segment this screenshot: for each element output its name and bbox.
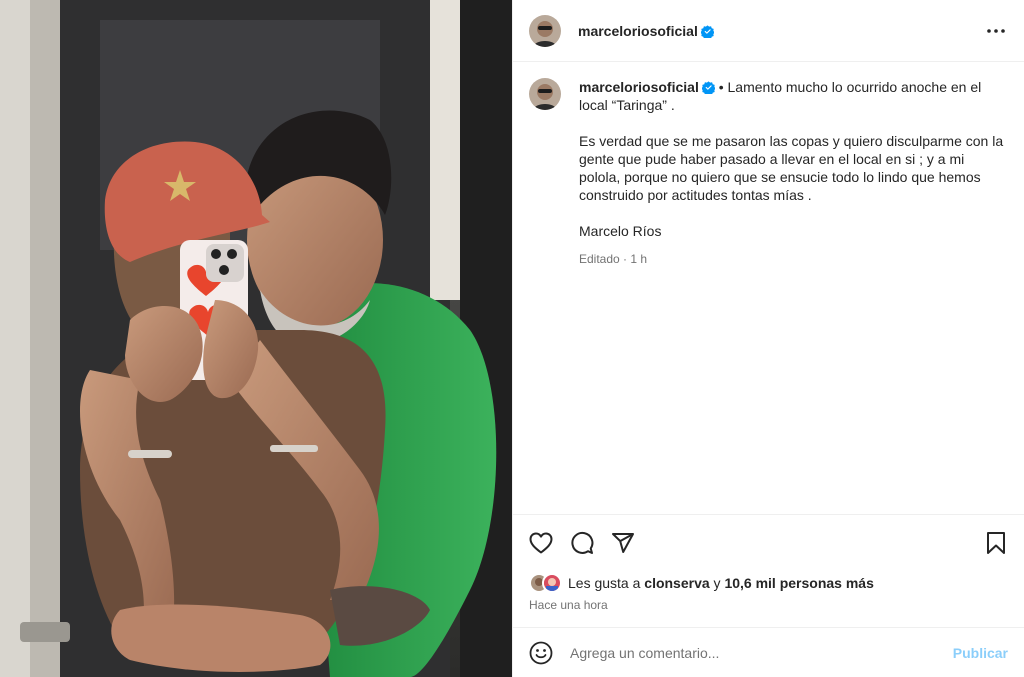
- likes-conjunction: y: [713, 575, 721, 591]
- heart-icon[interactable]: [529, 531, 553, 555]
- more-options-icon[interactable]: [984, 19, 1008, 43]
- post-timestamp[interactable]: Hace una hora: [529, 598, 1008, 612]
- emoji-icon[interactable]: [529, 641, 553, 665]
- post-photo[interactable]: [0, 0, 512, 677]
- caption-first-line: marceloriosoficial • Lamento mucho lo oc…: [579, 78, 1004, 114]
- post-header: marceloriosoficial: [513, 0, 1024, 62]
- caption-author-avatar[interactable]: [529, 78, 561, 110]
- publish-button[interactable]: Publicar: [953, 645, 1008, 661]
- author-avatar[interactable]: [529, 14, 561, 47]
- post-modal: marceloriosoficial marceloriosoficial • …: [0, 0, 1024, 677]
- likes-summary: Les gusta a clonserva y 10,6 mil persona…: [529, 573, 1008, 593]
- likes-text: Les gusta a clonserva y 10,6 mil persona…: [568, 575, 874, 591]
- liker-username[interactable]: clonserva: [644, 575, 709, 591]
- action-icons: [529, 527, 1008, 559]
- comment-box: Publicar: [513, 627, 1024, 677]
- edited-label: Editado: [579, 252, 620, 266]
- verified-badge-icon: [700, 24, 714, 38]
- avatar-image: [529, 14, 561, 47]
- comment-bubble-icon[interactable]: [570, 531, 594, 555]
- paper-plane-icon[interactable]: [611, 531, 635, 555]
- caption-meta: Editado · 1 h: [579, 250, 1004, 268]
- liker-avatars[interactable]: [529, 573, 563, 593]
- caption-signature: Marcelo Ríos: [579, 223, 662, 239]
- post-side-panel: marceloriosoficial marceloriosoficial • …: [512, 0, 1024, 677]
- bookmark-icon[interactable]: [984, 531, 1008, 555]
- post-actions: Les gusta a clonserva y 10,6 mil persona…: [513, 514, 1024, 612]
- edited-time[interactable]: 1 h: [630, 252, 647, 266]
- verified-badge-icon: [701, 81, 715, 94]
- mirror-selfie-image: [0, 0, 512, 677]
- caption-username[interactable]: marceloriosoficial: [579, 79, 715, 95]
- caption-area: marceloriosoficial • Lamento mucho lo oc…: [513, 62, 1024, 514]
- comment-input[interactable]: [570, 644, 930, 661]
- caption-username-text[interactable]: marceloriosoficial: [579, 79, 699, 95]
- meta-separator: ·: [623, 252, 628, 266]
- author-username-text[interactable]: marceloriosoficial: [578, 23, 698, 39]
- caption-row: marceloriosoficial • Lamento mucho lo oc…: [529, 78, 1008, 268]
- likes-prefix: Les gusta a: [568, 575, 641, 591]
- author-username[interactable]: marceloriosoficial: [578, 23, 714, 39]
- liker-avatar: [542, 573, 562, 593]
- caption-text: marceloriosoficial • Lamento mucho lo oc…: [579, 78, 1004, 268]
- avatar-image: [529, 78, 561, 110]
- caption-paragraph: Es verdad que se me pasaron las copas y …: [579, 133, 1004, 203]
- likes-count[interactable]: 10,6 mil personas más: [724, 575, 873, 591]
